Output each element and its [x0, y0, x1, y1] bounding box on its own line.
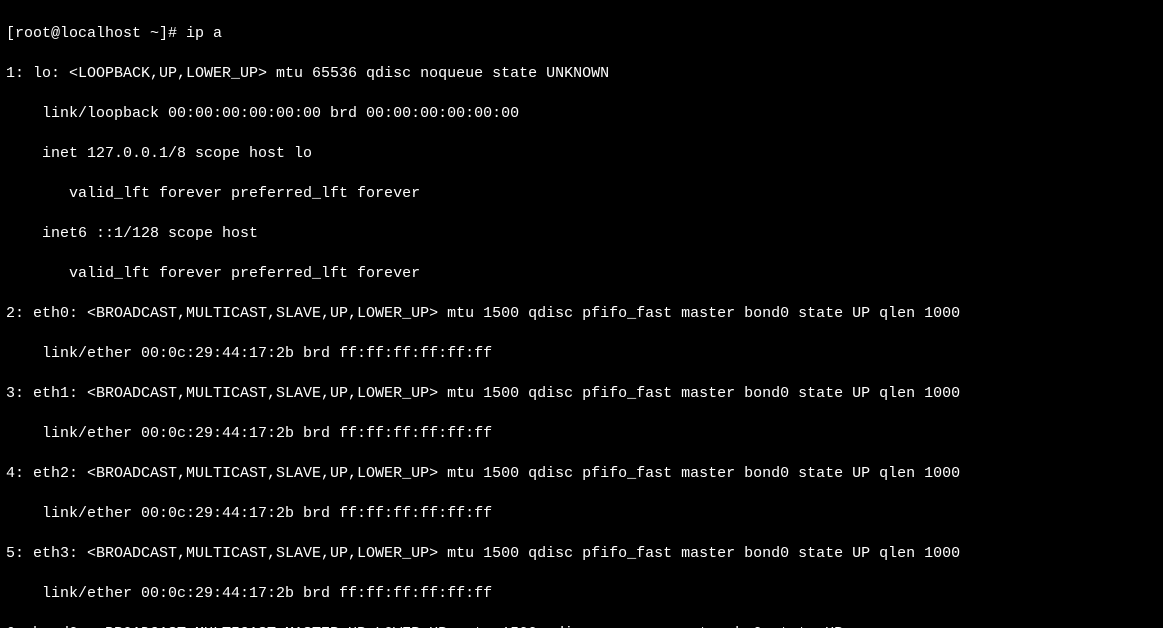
iface-eth0-header: 2: eth0: <BROADCAST,MULTICAST,SLAVE,UP,L… — [6, 304, 1157, 324]
iface-lo-inet: inet 127.0.0.1/8 scope host lo — [6, 144, 1157, 164]
terminal-output[interactable]: [root@localhost ~]# ip a 1: lo: <LOOPBAC… — [0, 0, 1163, 628]
iface-eth1-link: link/ether 00:0c:29:44:17:2b brd ff:ff:f… — [6, 424, 1157, 444]
iface-lo-valid: valid_lft forever preferred_lft forever — [6, 184, 1157, 204]
iface-eth3-header: 5: eth3: <BROADCAST,MULTICAST,SLAVE,UP,L… — [6, 544, 1157, 564]
prompt-line: [root@localhost ~]# ip a — [6, 24, 1157, 44]
iface-bond0-header: 6: bond0: <BROADCAST,MULTICAST,MASTER,UP… — [6, 624, 1157, 628]
iface-eth2-header: 4: eth2: <BROADCAST,MULTICAST,SLAVE,UP,L… — [6, 464, 1157, 484]
iface-lo-header: 1: lo: <LOOPBACK,UP,LOWER_UP> mtu 65536 … — [6, 64, 1157, 84]
iface-eth0-link: link/ether 00:0c:29:44:17:2b brd ff:ff:f… — [6, 344, 1157, 364]
iface-lo-link: link/loopback 00:00:00:00:00:00 brd 00:0… — [6, 104, 1157, 124]
iface-lo-valid6: valid_lft forever preferred_lft forever — [6, 264, 1157, 284]
iface-eth2-link: link/ether 00:0c:29:44:17:2b brd ff:ff:f… — [6, 504, 1157, 524]
iface-eth1-header: 3: eth1: <BROADCAST,MULTICAST,SLAVE,UP,L… — [6, 384, 1157, 404]
iface-lo-inet6: inet6 ::1/128 scope host — [6, 224, 1157, 244]
iface-eth3-link: link/ether 00:0c:29:44:17:2b brd ff:ff:f… — [6, 584, 1157, 604]
